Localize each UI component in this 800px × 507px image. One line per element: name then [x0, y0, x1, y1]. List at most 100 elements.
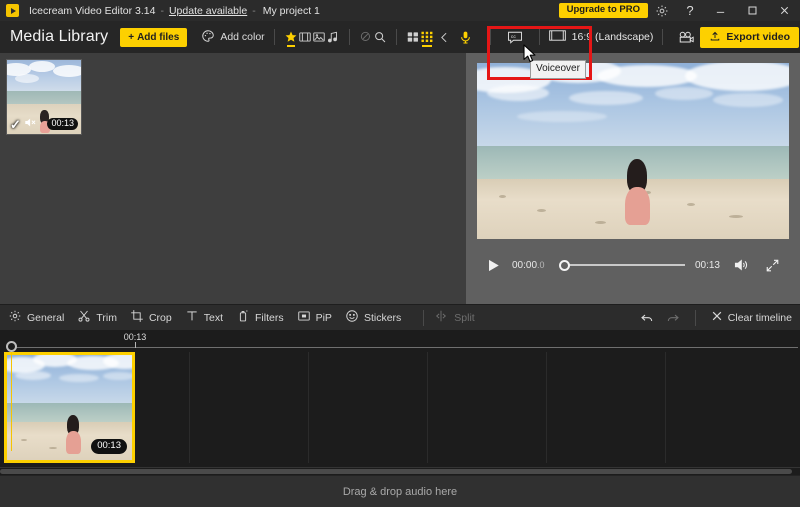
seek-track [564, 264, 685, 266]
timeline-scrollbar[interactable] [0, 467, 800, 475]
timeline-gridline [546, 352, 547, 463]
playhead-stem [11, 351, 12, 451]
preview-sand-speck [499, 195, 506, 198]
current-time: 00:00.0 [512, 259, 545, 271]
tool-stickers[interactable]: Stickers [345, 309, 401, 326]
app-logo-icon [6, 4, 19, 17]
clear-divider [694, 309, 696, 326]
aspect-ratio-selector[interactable]: 16:9 (Landscape) [548, 29, 654, 45]
tool-text[interactable]: Text [185, 309, 223, 326]
audio-drop-placeholder: Drag & drop audio here [342, 485, 458, 498]
timeline-track[interactable]: 00:13 [0, 352, 800, 463]
timeline[interactable]: 00:13 00:13 [0, 330, 800, 475]
search-icon[interactable] [373, 25, 387, 49]
timeline-ruler[interactable]: 00:13 [0, 330, 800, 352]
tool-filters-label: Filters [255, 311, 284, 324]
hidden-filter-icon[interactable] [359, 25, 373, 49]
tool-trim[interactable]: Trim [77, 309, 117, 326]
update-available-link[interactable]: Update available [169, 5, 247, 17]
maximize-button[interactable] [736, 0, 768, 21]
tool-pip-label: PiP [315, 311, 332, 324]
grid-view-icon[interactable] [420, 25, 434, 49]
timeline-gridline [308, 352, 309, 463]
gear-icon[interactable] [648, 0, 676, 21]
media-thumb-duration: 00:13 [47, 117, 78, 131]
scissors-icon [77, 309, 91, 326]
preview-cloud [487, 85, 549, 101]
upgrade-to-pro-button[interactable]: Upgrade to PRO [558, 2, 648, 19]
aspect-ratio-icon [548, 29, 566, 45]
media-thumb-badges: ✓ 00:13 [10, 117, 78, 131]
tool-text-label: Text [203, 311, 223, 324]
tool-split: Split [433, 309, 475, 326]
project-name[interactable]: My project 1 [263, 5, 320, 17]
clear-timeline-button[interactable]: Clear timeline [711, 310, 792, 325]
app-name: Icecream Video Editor 3.14 [29, 4, 156, 17]
right-divider-1 [489, 29, 491, 45]
tool-general[interactable]: General [8, 309, 64, 326]
thumb-cloud [53, 65, 81, 77]
preview-sand-speck [729, 215, 743, 218]
seek-slider[interactable] [558, 259, 685, 271]
media-thumb-beach[interactable]: ✓ 00:13 [6, 59, 82, 135]
camera-icon[interactable] [672, 24, 700, 50]
favorites-filter-icon[interactable] [284, 25, 298, 49]
edit-toolbar-divider [423, 309, 425, 326]
tool-split-label: Split [454, 311, 475, 324]
preview-cloud [517, 111, 607, 122]
timeline-gridline [189, 352, 190, 463]
library-toolbar-right: cc 16:9 (Landscape) Export video [451, 21, 800, 53]
playback-controls: 00:00.0 00:13 [466, 248, 800, 282]
closed-captions-icon[interactable]: cc [500, 24, 530, 50]
clip-cloud [59, 374, 99, 382]
plus-icon: + [128, 31, 135, 43]
timeline-scrollbar-thumb[interactable] [0, 469, 792, 474]
media-library-title: Media Library [10, 28, 109, 45]
help-icon[interactable]: ? [676, 0, 704, 21]
video-filter-icon[interactable] [298, 25, 312, 49]
audio-drop-zone[interactable]: Drag & drop audio here [0, 475, 800, 507]
export-video-button[interactable]: Export video [700, 26, 800, 48]
thumb-cloud [15, 74, 39, 83]
chevron-left-icon[interactable] [438, 25, 451, 49]
add-files-button[interactable]: + Add files [120, 27, 188, 47]
title-bar-right: Upgrade to PRO ? [558, 0, 800, 21]
undo-icon[interactable] [634, 307, 660, 329]
right-divider-2 [538, 29, 540, 45]
list-view-icon[interactable] [406, 25, 420, 49]
audio-filter-icon[interactable] [326, 25, 340, 49]
aspect-ratio-label: 16:9 (Landscape) [571, 31, 654, 43]
minimize-button[interactable] [704, 0, 736, 21]
fullscreen-icon[interactable] [760, 254, 784, 276]
clip-person-body [66, 431, 81, 454]
play-icon[interactable] [482, 254, 504, 276]
clip-sand-speck [21, 439, 27, 441]
clip-sand-speck [49, 447, 57, 449]
preview-person-body [625, 187, 650, 225]
tool-filters[interactable]: Filters [236, 309, 284, 326]
edit-toolbar-right: Clear timeline [634, 307, 792, 329]
thumb-cloud [29, 61, 55, 72]
close-button[interactable] [768, 0, 800, 21]
volume-icon[interactable] [730, 254, 754, 276]
video-preview[interactable] [477, 63, 789, 239]
palette-icon [201, 29, 215, 46]
text-t-icon [185, 309, 199, 326]
seek-knob[interactable] [558, 259, 570, 271]
timeline-gridline [427, 352, 428, 463]
total-time: 00:13 [694, 259, 720, 271]
toolbar-divider-3 [395, 29, 397, 45]
timeline-clip-beach[interactable]: 00:13 [4, 352, 135, 463]
tool-crop[interactable]: Crop [130, 309, 172, 326]
clear-timeline-label: Clear timeline [727, 311, 792, 324]
image-filter-icon[interactable] [312, 25, 326, 49]
tool-general-label: General [27, 311, 65, 324]
toolbar-divider-2 [348, 29, 350, 45]
preview-sand-speck [595, 221, 606, 224]
microphone-icon[interactable] [451, 24, 481, 50]
title-separator-1: - [160, 4, 164, 17]
tool-pip[interactable]: PiP [297, 309, 332, 326]
playhead-handle[interactable] [6, 341, 17, 352]
voiceover-tooltip: Voiceover [530, 60, 586, 79]
add-color-button[interactable]: Add color [201, 29, 265, 46]
